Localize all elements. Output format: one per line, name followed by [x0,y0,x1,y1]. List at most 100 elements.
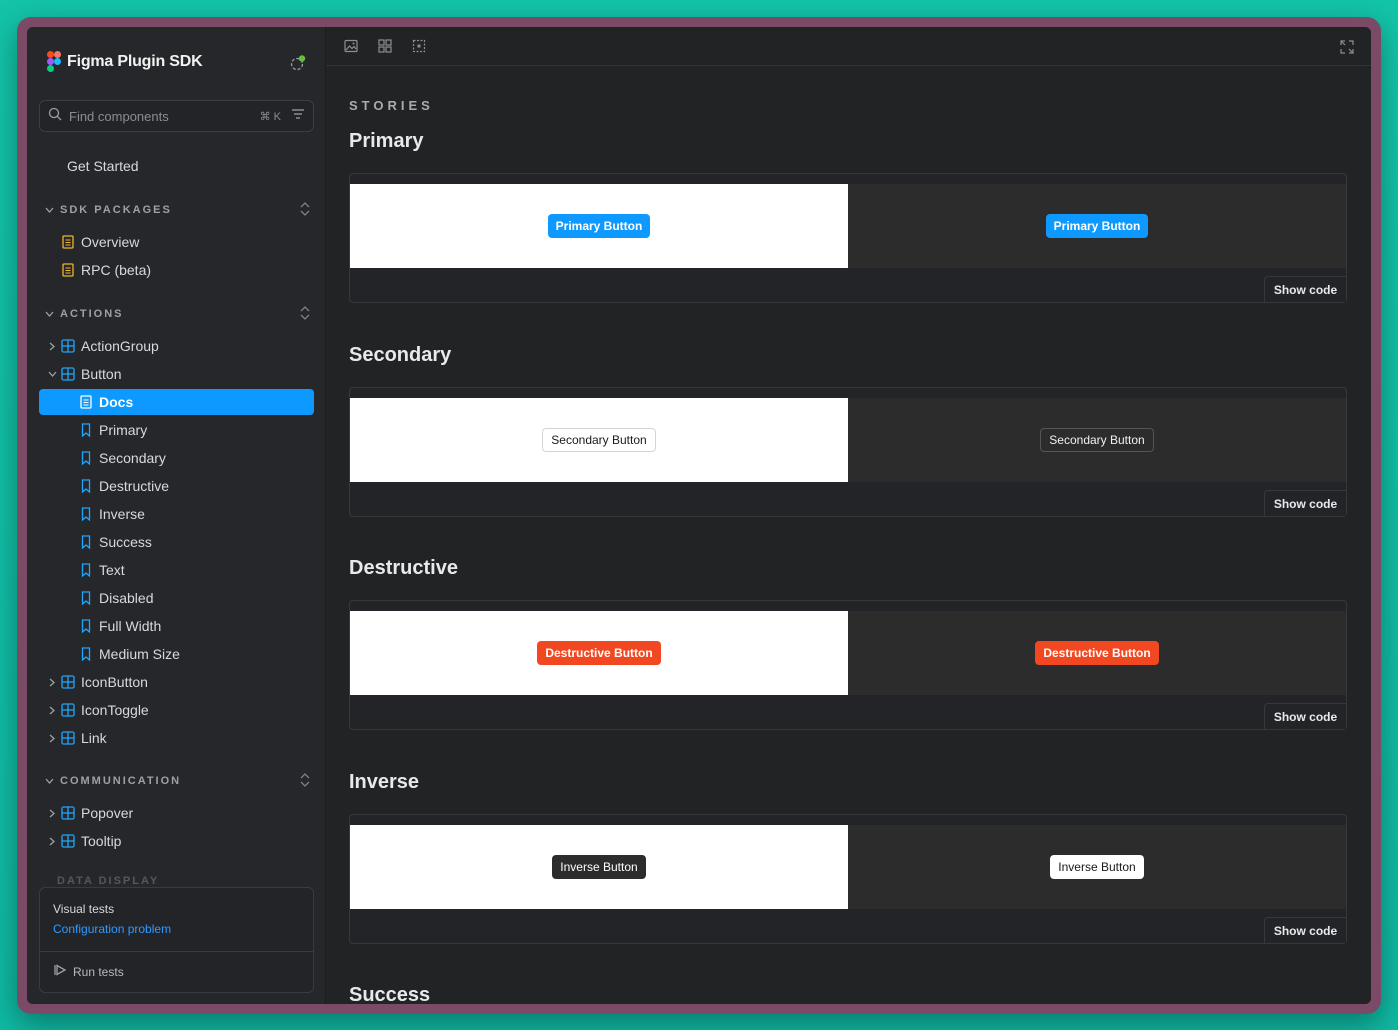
main-panel: STORIES Primary Primary Button Primary B… [326,27,1371,1004]
show-code-button[interactable]: Show code [1264,917,1346,943]
sidebar-item-iconbutton[interactable]: IconButton [39,669,314,695]
sidebar-item-docs[interactable]: Docs [39,389,314,415]
chevron-down-icon [43,371,61,377]
sidebar-item-primary[interactable]: Primary [39,417,314,443]
expand-collapse-icon[interactable] [300,201,310,220]
show-code-button[interactable]: Show code [1264,703,1346,729]
sidebar-item-destructive[interactable]: Destructive [39,473,314,499]
chevron-right-icon [43,809,61,818]
document-icon [79,395,93,409]
filter-icon[interactable] [291,107,305,125]
sidebar-item-label: Link [81,730,107,746]
section-sdk-packages[interactable]: SDK PACKAGES [45,200,310,220]
sidebar-item-text[interactable]: Text [39,557,314,583]
show-code-button[interactable]: Show code [1264,276,1346,302]
fullscreen-icon[interactable] [1339,39,1355,60]
sidebar-item-label: Destructive [99,478,170,494]
show-code-button[interactable]: Show code [1264,490,1346,516]
sidebar-item-disabled[interactable]: Disabled [39,585,314,611]
sidebar-item-button[interactable]: Button [39,361,314,387]
secondary-button[interactable]: Secondary Button [1040,428,1154,452]
component-icon [61,339,75,353]
section-label: ACTIONS [60,308,124,320]
play-icon [53,964,67,979]
outline-icon[interactable] [411,38,427,54]
sidebar-item-label: Tooltip [81,833,122,849]
sidebar-item-medium-size[interactable]: Medium Size [39,641,314,667]
preview-light: Primary Button [350,184,848,268]
grid-icon[interactable] [377,38,393,54]
component-icon [61,703,75,717]
bookmark-icon [79,507,93,522]
sidebar-item-success[interactable]: Success [39,529,314,555]
chevron-right-icon [43,706,61,715]
settings-status-icon[interactable] [289,54,307,72]
nav-get-started[interactable]: Get Started [39,153,314,179]
expand-collapse-icon[interactable] [300,305,310,324]
story-preview-secondary: Secondary Button Secondary Button Show c… [349,387,1347,517]
sidebar-item-rpc[interactable]: RPC (beta) [39,257,314,283]
document-icon [61,263,75,277]
bookmark-icon [79,479,93,494]
story-title-inverse: Inverse [349,771,420,793]
configuration-problem-link[interactable]: Configuration problem [53,922,171,936]
document-icon [61,235,75,249]
sidebar-item-overview[interactable]: Overview [39,229,314,255]
search-icon [48,107,62,126]
divider [40,951,313,952]
storybook-app: Figma Plugin SDK ⌘ K Get Started [27,27,1371,1004]
sidebar-item-label: IconToggle [81,702,149,718]
sidebar-item-label: Inverse [99,506,145,522]
brand-title: Figma Plugin SDK [67,53,203,70]
chevron-right-icon [43,342,61,351]
section-communication[interactable]: COMMUNICATION [45,771,310,791]
section-actions[interactable]: ACTIONS [45,304,310,324]
sidebar-item-label: Overview [81,234,140,250]
run-tests-button[interactable]: Run tests [53,964,124,979]
sidebar-item-link[interactable]: Link [39,725,314,751]
inverse-button[interactable]: Inverse Button [552,855,646,879]
destructive-button[interactable]: Destructive Button [537,641,661,665]
inverse-button[interactable]: Inverse Button [1050,855,1144,879]
primary-button[interactable]: Primary Button [1045,214,1149,238]
sidebar-item-inverse[interactable]: Inverse [39,501,314,527]
sidebar-item-full-width[interactable]: Full Width [39,613,314,639]
bookmark-icon [79,535,93,550]
preview-dark: Secondary Button [848,398,1346,482]
sidebar-item-label: Secondary [99,450,166,466]
sidebar-item-label: Button [81,366,122,382]
secondary-button[interactable]: Secondary Button [542,428,656,452]
sidebar-item-label: IconButton [81,674,148,690]
brand[interactable]: Figma Plugin SDK [47,51,203,73]
section-label: SDK PACKAGES [60,204,172,216]
app-window: Figma Plugin SDK ⌘ K Get Started [17,17,1381,1014]
visual-tests-panel: Visual tests Configuration problem Run t… [39,887,314,993]
destructive-button[interactable]: Destructive Button [1035,641,1159,665]
expand-collapse-icon[interactable] [300,772,310,791]
sidebar-item-label: Text [99,562,125,578]
preview-light: Inverse Button [350,825,848,909]
sidebar-item-popover[interactable]: Popover [39,800,314,826]
story-title-destructive: Destructive [349,557,458,579]
sidebar-item-label: ActionGroup [81,338,159,354]
sidebar-item-label: Primary [99,422,148,438]
sidebar-item-label: Full Width [99,618,162,634]
sidebar-item-label: Medium Size [99,646,180,662]
component-icon [61,675,75,689]
chevron-right-icon [43,734,61,743]
preview-dark: Destructive Button [848,611,1346,695]
chevron-down-icon [45,775,54,787]
preview-light: Secondary Button [350,398,848,482]
bookmark-icon [79,423,93,438]
primary-button[interactable]: Primary Button [547,214,651,238]
toolbar [326,27,1371,66]
sidebar-item-actiongroup[interactable]: ActionGroup [39,333,314,359]
search-box: ⌘ K [39,100,314,132]
image-icon[interactable] [343,38,359,54]
search-input[interactable] [69,108,260,124]
component-icon [61,367,75,381]
sidebar-item-tooltip[interactable]: Tooltip [39,828,314,854]
bookmark-icon [79,563,93,578]
sidebar-item-icontoggle[interactable]: IconToggle [39,697,314,723]
sidebar-item-secondary[interactable]: Secondary [39,445,314,471]
